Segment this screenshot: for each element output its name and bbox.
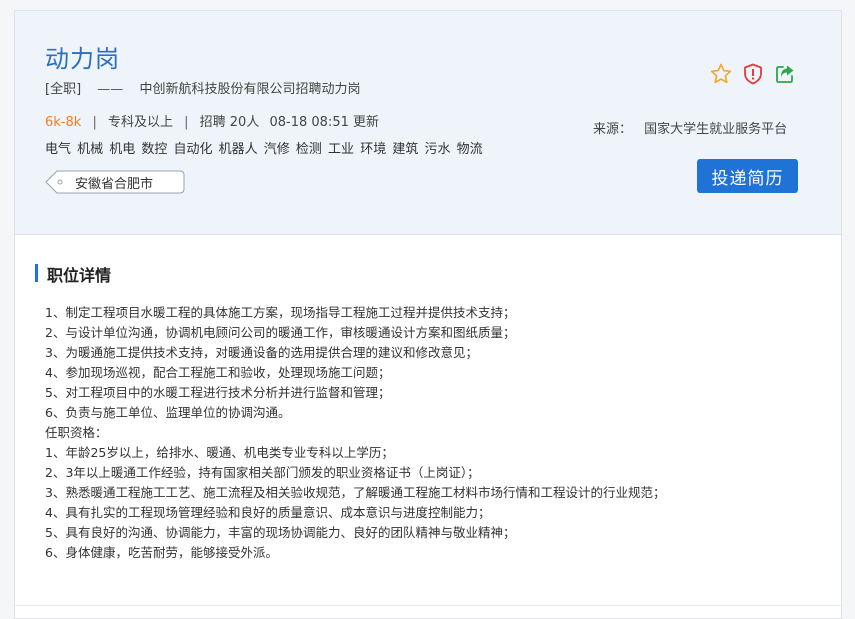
description-line: 6、负责与施工单位、监理单位的协调沟通。 — [45, 405, 291, 420]
share-icon[interactable] — [773, 62, 797, 86]
bottom-divider — [15, 605, 841, 606]
subline-dash: —— — [97, 82, 124, 97]
headcount: 招聘 20人 — [199, 115, 260, 130]
job-subline: [全职] —— 中创新航科技股份有限公司招聘动力岗 — [45, 78, 360, 97]
description-line: 2、与设计单位沟通，协调机电顾问公司的暖通工作，审核暖通设计方案和图纸质量； — [45, 325, 516, 340]
description-line: 5、具有良好的沟通、协调能力，丰富的现场协调能力、良好的团队精神与敬业精神； — [45, 525, 516, 540]
job-type: [全职] — [45, 82, 82, 97]
location-tag: 安徽省合肥市 — [45, 170, 185, 194]
star-icon[interactable] — [709, 62, 733, 86]
description-line: 1、制定工程项目水暖工程的具体施工方案，现场指导工程施工过程并提供技术支持； — [45, 305, 516, 320]
description-line: 2、3年以上暖通工作经验，持有国家相关部门颁发的职业资格证书（上岗证）； — [45, 465, 480, 480]
source-label: 来源： — [593, 122, 633, 137]
job-header-card: 动力岗 [全职] —— 中创新航科技股份有限公司招聘动力岗 6k-8k | 专科… — [15, 11, 841, 235]
company-line: 中创新航科技股份有限公司招聘动力岗 — [139, 82, 361, 97]
description-line: 6、身体健康，吃苦耐劳，能够接受外派。 — [45, 545, 278, 560]
description-line: 5、对工程项目中的水暖工程进行技术分析并进行监督和管理； — [45, 385, 391, 400]
shield-alert-icon[interactable] — [741, 62, 765, 86]
education: 专科及以上 — [107, 115, 173, 130]
meta-separator: | — [92, 115, 97, 130]
requirements-heading: 任职资格： — [45, 425, 108, 440]
job-tags: 电气 机械 机电 数控 自动化 机器人 汽修 检测 工业 环境 建筑 污水 物流 — [45, 142, 483, 157]
job-detail-page: 动力岗 [全职] —— 中创新航科技股份有限公司招聘动力岗 6k-8k | 专科… — [14, 10, 842, 619]
description-line: 4、具有扎实的工程现场管理经验和良好的质量意识、成本意识与进度控制能力； — [45, 505, 491, 520]
salary: 6k-8k — [45, 115, 82, 130]
section-title-bar — [35, 264, 38, 282]
source-value: 国家大学生就业服务平台 — [644, 122, 788, 137]
apply-button[interactable]: 投递简历 — [697, 159, 798, 193]
action-icons — [709, 62, 799, 86]
meta-separator: | — [184, 115, 189, 130]
location-text: 安徽省合肥市 — [75, 177, 154, 192]
description-line: 1、年龄25岁以上，给排水、暖通、机电类专业专科以上学历； — [45, 445, 394, 460]
job-description: 1、制定工程项目水暖工程的具体施工方案，现场指导工程施工过程并提供技术支持； 2… — [45, 303, 825, 563]
source-info: 来源： 国家大学生就业服务平台 — [593, 118, 787, 137]
section-title-text: 职位详情 — [47, 266, 112, 285]
description-line: 3、熟悉暖通工程施工工艺、施工流程及相关验收规范，了解暖通工程施工材料市场行情和… — [45, 485, 666, 500]
description-line: 3、为暖通施工提供技术支持，对暖通设备的选用提供合理的建议和修改意见； — [45, 345, 478, 360]
description-line: 4、参加现场巡视，配合工程施工和验收，处理现场施工问题； — [45, 365, 391, 380]
update-time: 08-18 08:51 更新 — [269, 115, 379, 130]
job-meta: 6k-8k | 专科及以上 | 招聘 20人 08-18 08:51 更新 — [45, 111, 379, 130]
job-title: 动力岗 — [45, 45, 120, 73]
